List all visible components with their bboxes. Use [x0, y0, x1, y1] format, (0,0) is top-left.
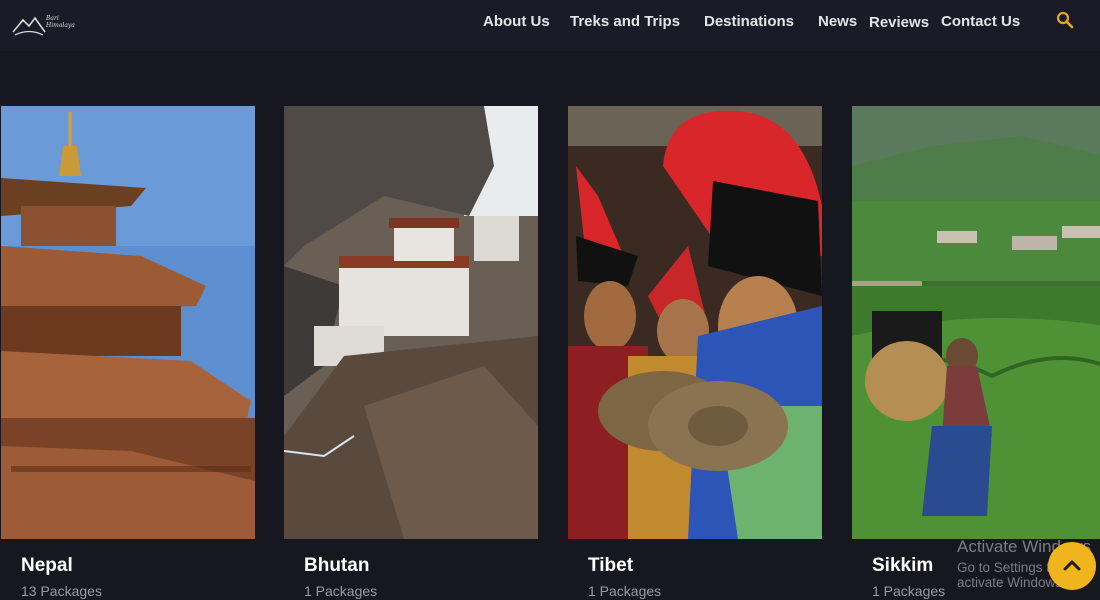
cliffside-monastery-image[interactable]	[284, 106, 538, 539]
destination-package-count: 1 Packages	[872, 583, 946, 599]
destination-package-count: 13 Packages	[21, 583, 102, 599]
main-nav: About Us Treks and Trips Destinations Ne…	[0, 13, 1100, 33]
search-icon[interactable]	[1056, 11, 1074, 29]
chevron-up-icon	[1063, 560, 1081, 571]
scroll-to-top-button[interactable]	[1048, 542, 1096, 590]
destination-title[interactable]: Bhutan	[304, 555, 369, 577]
nav-reviews[interactable]: Reviews	[869, 14, 929, 31]
top-navbar: Bari Himalaya About Us Treks and Trips D…	[0, 0, 1100, 51]
destination-card-sikkim[interactable]: Sikkim 1 Packages	[852, 106, 1100, 600]
destination-title[interactable]: Sikkim	[872, 555, 933, 577]
nav-treks-and-trips[interactable]: Treks and Trips	[570, 13, 680, 30]
destination-package-count: 1 Packages	[588, 583, 662, 599]
nav-contact-us[interactable]: Contact Us	[941, 13, 1020, 30]
destination-title[interactable]: Tibet	[588, 555, 633, 577]
destination-cards: Nepal 13 Packages Bhutan 1 Packages Tibe…	[0, 106, 1100, 600]
destination-card-nepal[interactable]: Nepal 13 Packages	[1, 106, 255, 600]
nav-about-us[interactable]: About Us	[483, 13, 550, 30]
destination-title[interactable]: Nepal	[21, 555, 73, 577]
nav-news[interactable]: News	[818, 13, 857, 30]
destination-card-tibet[interactable]: Tibet 1 Packages	[568, 106, 822, 600]
destination-card-bhutan[interactable]: Bhutan 1 Packages	[284, 106, 538, 600]
pagoda-temple-image[interactable]	[1, 106, 255, 539]
tea-garden-picker-image[interactable]	[852, 106, 1100, 539]
monks-ceremony-image[interactable]	[568, 106, 822, 539]
destination-package-count: 1 Packages	[304, 583, 378, 599]
nav-destinations[interactable]: Destinations	[704, 13, 794, 30]
